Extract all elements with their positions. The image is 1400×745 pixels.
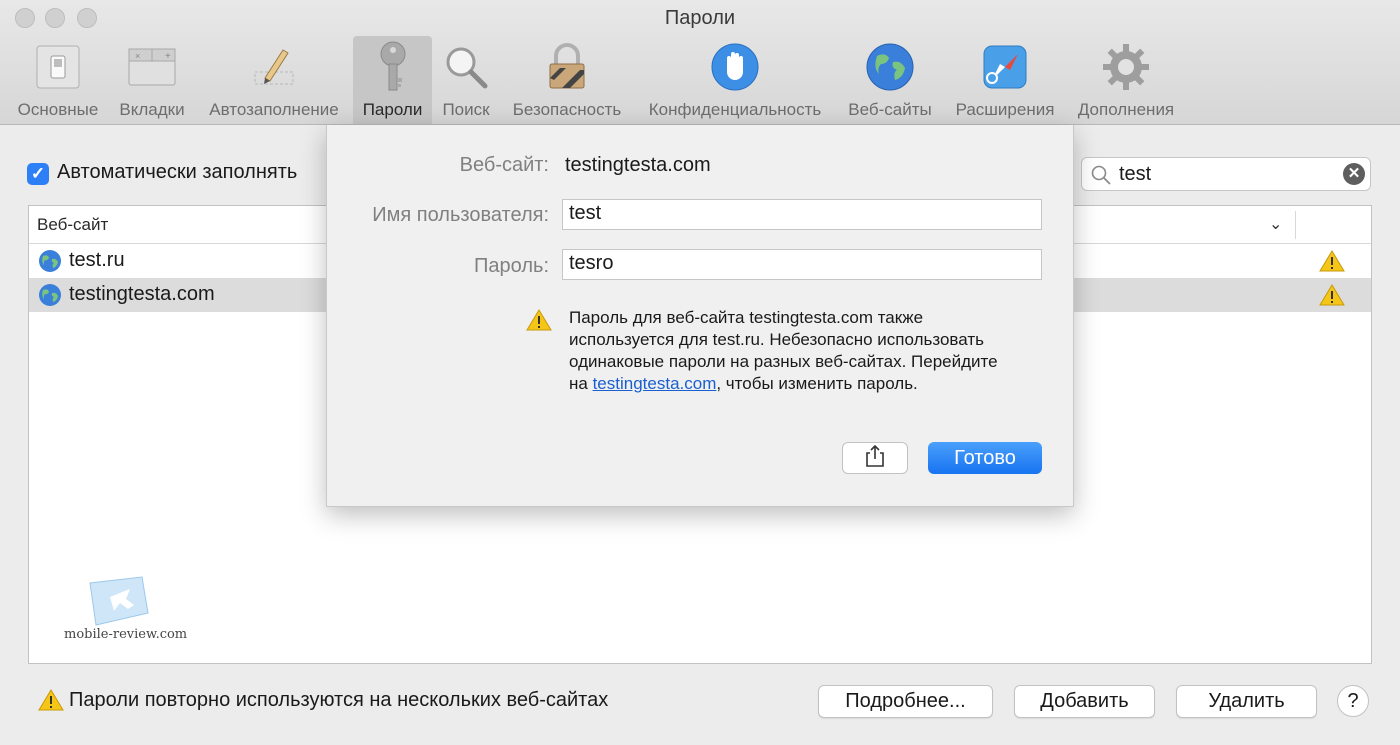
clear-search-icon[interactable]: ✕ xyxy=(1343,163,1365,185)
toolbar-tab-search[interactable]: Поиск xyxy=(436,36,496,124)
details-button[interactable]: Подробнее... xyxy=(818,685,993,718)
toolbar-tab-label: Безопасность xyxy=(512,100,622,119)
watermark-text: mobile-review.com xyxy=(64,627,188,642)
toolbar-tab-general[interactable]: Основные xyxy=(10,36,106,124)
tabs-icon: × + xyxy=(125,40,179,94)
warning-icon xyxy=(526,309,552,336)
warning-icon xyxy=(38,689,64,716)
autofill-checkbox[interactable]: ✓ xyxy=(27,163,49,185)
magnifier-icon xyxy=(439,40,493,94)
compass-icon xyxy=(978,40,1032,94)
toolbar-tab-label: Дополнения xyxy=(1077,100,1175,119)
toolbar-tab-label: Конфиденциальность xyxy=(648,100,822,119)
website-label: Веб-сайт: xyxy=(459,154,549,176)
password-label: Пароль: xyxy=(474,255,549,277)
toolbar-tab-extensions[interactable]: Расширения xyxy=(948,36,1062,124)
globe-icon xyxy=(38,249,62,278)
column-divider xyxy=(1295,211,1296,239)
username-field[interactable]: test xyxy=(562,199,1042,230)
toolbar-tab-passwords[interactable]: Пароли xyxy=(353,36,432,124)
row-website: testingtesta.com xyxy=(69,283,215,305)
autofill-checkbox-label: Автоматически заполнять xyxy=(57,161,298,183)
toolbar-tab-autofill[interactable]: Автозаполнение xyxy=(200,36,348,124)
toolbar-tab-label: Автозаполнение xyxy=(209,100,339,119)
window-toolbar: Пароли Основные × + Вкладки Автозаполнени… xyxy=(0,0,1400,125)
key-icon xyxy=(366,40,420,94)
toolbar-tab-label: Основные xyxy=(17,100,99,119)
help-button[interactable]: ? xyxy=(1337,685,1369,717)
toolbar-tab-label: Расширения xyxy=(955,100,1055,119)
toolbar-tab-label: Вкладки xyxy=(119,100,185,119)
toolbar-tab-privacy[interactable]: Конфиденциальность xyxy=(639,36,831,124)
globe-icon xyxy=(863,40,917,94)
column-header-website[interactable]: Веб-сайт xyxy=(37,215,108,235)
toolbar-tab-label: Пароли xyxy=(362,100,423,119)
window-title: Пароли xyxy=(664,7,736,29)
add-button[interactable]: Добавить xyxy=(1014,685,1155,718)
toolbar-tab-websites[interactable]: Веб-сайты xyxy=(840,36,940,124)
warning-icon xyxy=(1319,284,1345,311)
autofill-pencil-icon xyxy=(247,40,301,94)
warning-icon xyxy=(1319,250,1345,277)
share-button[interactable] xyxy=(842,442,908,474)
reuse-warning-text: Пароли повторно используются на нескольк… xyxy=(69,689,609,711)
delete-button[interactable]: Удалить xyxy=(1176,685,1317,718)
row-website: test.ru xyxy=(69,249,125,271)
toolbar-tab-label: Веб-сайты xyxy=(848,100,932,119)
svg-text:×: × xyxy=(135,51,140,61)
chevron-down-icon[interactable]: ⌄ xyxy=(1269,214,1282,234)
toolbar-tab-advanced[interactable]: Дополнения xyxy=(1070,36,1182,124)
general-switch-icon xyxy=(31,40,85,94)
share-icon xyxy=(865,444,885,473)
password-details-sheet: Веб-сайт: testingtesta.com Имя пользоват… xyxy=(326,125,1074,507)
website-value: testingtesta.com xyxy=(565,154,711,176)
hand-icon xyxy=(708,40,762,94)
search-icon xyxy=(1090,164,1112,191)
gear-icon xyxy=(1099,40,1153,94)
globe-icon xyxy=(38,283,62,312)
done-button[interactable]: Готово xyxy=(928,442,1042,474)
toolbar-tab-security[interactable]: Безопасность xyxy=(505,36,629,124)
warning-message-text-end: , чтобы изменить пароль. xyxy=(716,374,918,393)
toolbar-tab-tabs[interactable]: × + Вкладки xyxy=(112,36,192,124)
svg-text:+: + xyxy=(165,51,171,62)
reuse-warning-message: Пароль для веб-сайта testingtesta.com та… xyxy=(569,307,1009,395)
website-link[interactable]: testingtesta.com xyxy=(593,374,717,393)
toolbar-tab-label: Поиск xyxy=(442,100,490,119)
username-label: Имя пользователя: xyxy=(372,204,549,226)
search-input[interactable]: test xyxy=(1119,163,1151,186)
password-field[interactable]: tesro xyxy=(562,249,1042,280)
search-field[interactable]: test ✕ xyxy=(1081,157,1371,191)
lock-icon xyxy=(540,40,594,94)
